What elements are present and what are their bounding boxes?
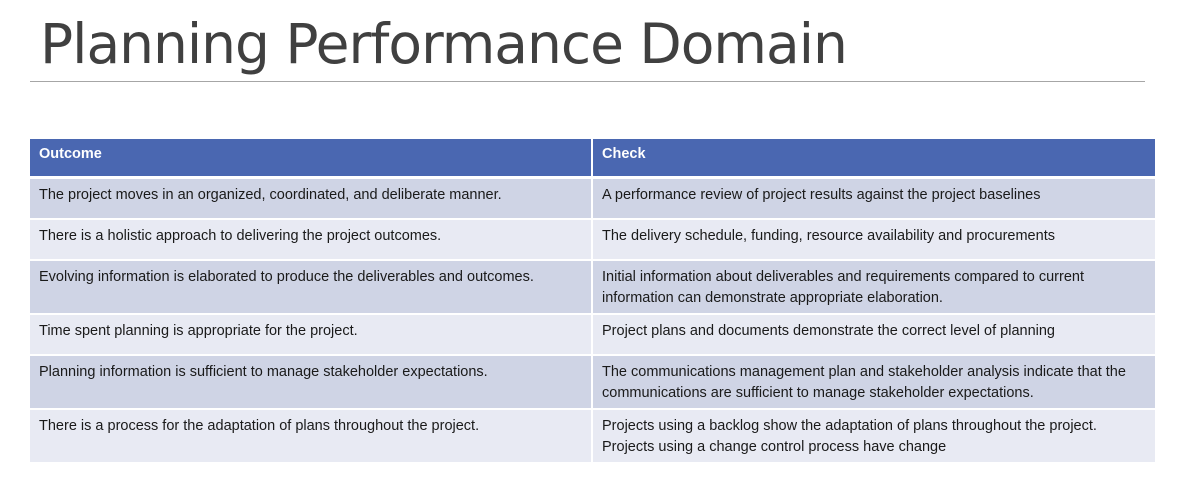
- check-cell: The communications management plan and s…: [592, 355, 1155, 410]
- title-divider: [30, 81, 1145, 82]
- check-cell: Projects using a backlog show the adapta…: [592, 409, 1155, 464]
- table-row: There is a process for the adaptation of…: [30, 409, 1155, 464]
- table-row: There is a holistic approach to deliveri…: [30, 219, 1155, 261]
- table-row: Time spent planning is appropriate for t…: [30, 314, 1155, 356]
- header-outcome: Outcome: [30, 139, 593, 179]
- table-header-row: Outcome Check: [30, 139, 1155, 179]
- table-row: The project moves in an organized, coord…: [30, 177, 1155, 220]
- slide-title: Planning Performance Domain: [40, 12, 848, 76]
- outcome-cell: There is a holistic approach to deliveri…: [30, 219, 593, 261]
- outcome-cell: There is a process for the adaptation of…: [30, 409, 593, 464]
- header-check: Check: [592, 139, 1155, 179]
- outcome-cell: Planning information is sufficient to ma…: [30, 355, 593, 410]
- outcome-check-table: Outcome Check The project moves in an or…: [30, 139, 1155, 464]
- check-cell: A performance review of project results …: [592, 177, 1155, 220]
- outcome-cell: Time spent planning is appropriate for t…: [30, 314, 593, 356]
- check-cell: Project plans and documents demonstrate …: [592, 314, 1155, 356]
- outcome-cell: The project moves in an organized, coord…: [30, 177, 593, 220]
- outcome-cell: Evolving information is elaborated to pr…: [30, 260, 593, 315]
- check-cell: Initial information about deliverables a…: [592, 260, 1155, 315]
- table-row: Evolving information is elaborated to pr…: [30, 260, 1155, 315]
- check-cell: The delivery schedule, funding, resource…: [592, 219, 1155, 261]
- table-row: Planning information is sufficient to ma…: [30, 355, 1155, 410]
